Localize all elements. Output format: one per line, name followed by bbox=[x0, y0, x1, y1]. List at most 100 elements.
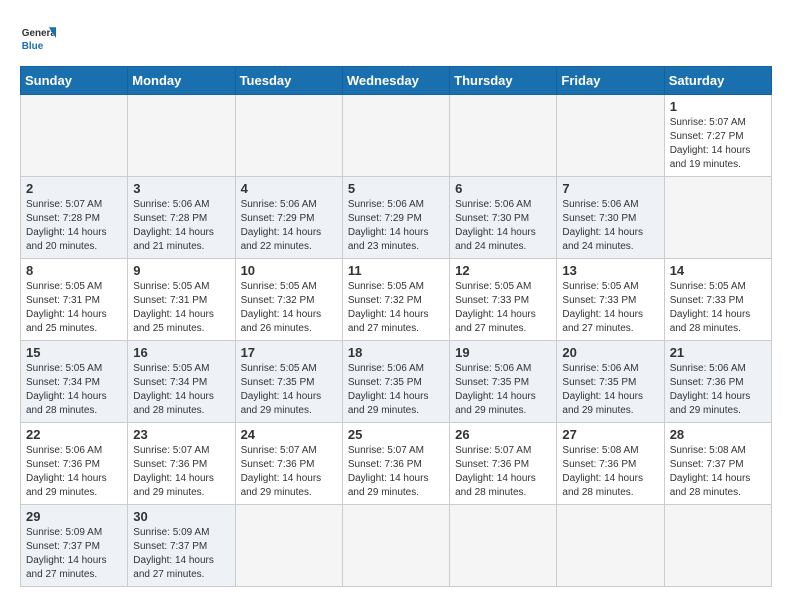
cell-content: Sunrise: 5:06 AMSunset: 7:28 PMDaylight:… bbox=[133, 198, 229, 254]
sunset-text: Sunset: 7:30 PM bbox=[455, 213, 529, 224]
sunrise-text: Sunrise: 5:06 AM bbox=[348, 199, 424, 210]
day-number: 24 bbox=[241, 427, 337, 442]
daylight-text: Daylight: 14 hours and 25 minutes. bbox=[133, 309, 214, 334]
daylight-text: Daylight: 14 hours and 23 minutes. bbox=[348, 227, 429, 252]
cell-content: Sunrise: 5:05 AM Sunset: 7:35 PM Daylight:… bbox=[241, 362, 337, 418]
daylight-text: Daylight: 14 hours and 21 minutes. bbox=[133, 227, 214, 252]
cell-content: Sunrise: 5:07 AMSunset: 7:36 PMDaylight:… bbox=[241, 444, 337, 500]
calendar-day-header: Monday bbox=[128, 67, 235, 95]
calendar-cell: 30 Sunrise: 5:09 AMSunset: 7:37 PMDayligh… bbox=[128, 505, 235, 587]
cell-content: Sunrise: 5:05 AMSunset: 7:33 PMDaylight:… bbox=[670, 280, 766, 336]
daylight-text: Daylight: 14 hours and 29 minutes. bbox=[241, 473, 322, 498]
sunrise-text: Sunrise: 5:05 AM bbox=[133, 281, 209, 292]
cell-content: Sunrise: 5:07 AMSunset: 7:27 PMDaylight:… bbox=[670, 116, 766, 172]
daylight-text: Daylight: 14 hours and 29 minutes. bbox=[133, 473, 214, 498]
sunset-text: Sunset: 7:37 PM bbox=[670, 459, 744, 470]
calendar-cell: 6Sunrise: 5:06 AMSunset: 7:30 PMDaylight… bbox=[450, 177, 557, 259]
sunrise-text: Sunrise: 5:05 AM bbox=[133, 363, 209, 374]
cell-content: Sunrise: 5:09 AMSunset: 7:37 PMDaylight:… bbox=[133, 526, 229, 582]
sunrise-text: Sunrise: 5:05 AM bbox=[348, 281, 424, 292]
sunrise-text: Sunrise: 5:05 AM bbox=[26, 281, 102, 292]
day-number: 27 bbox=[562, 427, 658, 442]
daylight-text: Daylight: 14 hours and 28 minutes. bbox=[670, 309, 751, 334]
sunrise-text: Sunrise: 5:07 AM bbox=[348, 445, 424, 456]
sunrise-text: Sunrise: 5:06 AM bbox=[455, 199, 531, 210]
calendar-cell: 1Sunrise: 5:07 AMSunset: 7:27 PMDaylight… bbox=[664, 95, 771, 177]
sunrise-text: Sunrise: 5:06 AM bbox=[348, 363, 424, 374]
calendar-week-row: 8Sunrise: 5:05 AMSunset: 7:31 PMDaylight… bbox=[21, 259, 772, 341]
sunrise-text: Sunrise: 5:06 AM bbox=[562, 363, 638, 374]
cell-content: Sunrise: 5:07 AMSunset: 7:28 PMDaylight:… bbox=[26, 198, 122, 254]
sunrise-text: Sunrise: 5:08 AM bbox=[562, 445, 638, 456]
daylight-text: Daylight: 14 hours and 29 minutes. bbox=[348, 473, 429, 498]
calendar-cell bbox=[342, 95, 449, 177]
calendar-day-header: Sunday bbox=[21, 67, 128, 95]
day-number: 15 bbox=[26, 345, 122, 360]
sunrise-text: Sunrise: 5:05 AM bbox=[26, 363, 102, 374]
calendar-cell: 4Sunrise: 5:06 AMSunset: 7:29 PMDaylight… bbox=[235, 177, 342, 259]
day-number: 28 bbox=[670, 427, 766, 442]
daylight-text: Daylight: 14 hours and 29 minutes. bbox=[26, 473, 107, 498]
sunrise-text: Sunrise: 5:06 AM bbox=[241, 199, 317, 210]
calendar-cell: 17Sunrise: 5:05 AMSunset: 7:35 PMDayligh… bbox=[235, 341, 342, 423]
sunrise-text: Sunrise: 5:05 AM bbox=[241, 363, 317, 374]
calendar-cell: 27Sunrise: 5:08 AMSunset: 7:36 PMDayligh… bbox=[557, 423, 664, 505]
cell-content: Sunrise: 5:06 AMSunset: 7:36 PMDaylight:… bbox=[26, 444, 122, 500]
daylight-text: Daylight: 14 hours and 27 minutes. bbox=[133, 555, 214, 580]
calendar-cell bbox=[235, 95, 342, 177]
sunset-text: Sunset: 7:35 PM bbox=[562, 377, 636, 388]
calendar-day-header: Wednesday bbox=[342, 67, 449, 95]
daylight-text: Daylight: 14 hours and 26 minutes. bbox=[241, 309, 322, 334]
cell-content: Sunrise: 5:09 AMSunset: 7:37 PMDaylight:… bbox=[26, 526, 122, 582]
sunset-text: Sunset: 7:36 PM bbox=[455, 459, 529, 470]
day-number: 18 bbox=[348, 345, 444, 360]
daylight-text: Daylight: 14 hours and 28 minutes. bbox=[455, 473, 536, 498]
daylight-text: Daylight: 14 hours and 27 minutes. bbox=[348, 309, 429, 334]
calendar-cell: 14 Sunrise: 5:05 AMSunset: 7:33 PMDayligh… bbox=[664, 259, 771, 341]
day-number: 30 bbox=[133, 509, 229, 524]
calendar-week-row: 15 Sunrise: 5:05 AMSunset: 7:34 PMDayligh… bbox=[21, 341, 772, 423]
sunset-text: Sunset: 7:29 PM bbox=[241, 213, 315, 224]
cell-content: Sunrise: 5:06 AMSunset: 7:35 PMDaylight:… bbox=[455, 362, 551, 418]
daylight-text: Daylight: 14 hours and 22 minutes. bbox=[241, 227, 322, 252]
sunset-text: Sunset: 7:35 PM bbox=[241, 377, 315, 388]
daylight-text: Daylight: 14 hours and 27 minutes. bbox=[455, 309, 536, 334]
daylight-text: Daylight: 14 hours and 29 minutes. bbox=[455, 391, 536, 416]
sunset-text: Sunset: 7:31 PM bbox=[26, 295, 100, 306]
daylight-text: Daylight: 14 hours and 25 minutes. bbox=[26, 309, 107, 334]
daylight-text: Daylight: 14 hours and 28 minutes. bbox=[562, 473, 643, 498]
calendar-week-row: 29Sunrise: 5:09 AMSunset: 7:37 PMDayligh… bbox=[21, 505, 772, 587]
day-number: 25 bbox=[348, 427, 444, 442]
sunset-text: Sunset: 7:27 PM bbox=[670, 131, 744, 142]
calendar-cell: 10Sunrise: 5:05 AMSunset: 7:32 PMDayligh… bbox=[235, 259, 342, 341]
sunset-text: Sunset: 7:35 PM bbox=[348, 377, 422, 388]
daylight-text: Daylight: 14 hours and 29 minutes. bbox=[241, 391, 322, 416]
calendar-cell: 2Sunrise: 5:07 AMSunset: 7:28 PMDaylight… bbox=[21, 177, 128, 259]
day-number: 10 bbox=[241, 263, 337, 278]
cell-content: Sunrise: 5:06 AM Sunset: 7:29 PM Daylight:… bbox=[241, 198, 337, 254]
day-number: 13 bbox=[562, 263, 658, 278]
calendar-cell bbox=[557, 505, 664, 587]
cell-content: Sunrise: 5:07 AMSunset: 7:36 PMDaylight:… bbox=[348, 444, 444, 500]
cell-content: Sunrise: 5:06 AMSunset: 7:29 PMDaylight:… bbox=[348, 198, 444, 254]
daylight-text: Daylight: 14 hours and 27 minutes. bbox=[562, 309, 643, 334]
calendar-cell: 15 Sunrise: 5:05 AMSunset: 7:34 PMDayligh… bbox=[21, 341, 128, 423]
cell-content: Sunrise: 5:05 AMSunset: 7:31 PMDaylight:… bbox=[133, 280, 229, 336]
sunrise-text: Sunrise: 5:06 AM bbox=[670, 363, 746, 374]
cell-content: Sunrise: 5:07 AMSunset: 7:36 PMDaylight:… bbox=[455, 444, 551, 500]
sunrise-text: Sunrise: 5:07 AM bbox=[670, 117, 746, 128]
cell-content: Sunrise: 5:07 AMSunset: 7:36 PMDaylight:… bbox=[133, 444, 229, 500]
calendar-cell bbox=[664, 505, 771, 587]
calendar-cell: 26Sunrise: 5:07 AMSunset: 7:36 PMDayligh… bbox=[450, 423, 557, 505]
calendar-cell: 22Sunrise: 5:06 AMSunset: 7:36 PMDayligh… bbox=[21, 423, 128, 505]
day-number: 14 bbox=[670, 263, 766, 278]
calendar-cell bbox=[21, 95, 128, 177]
calendar-cell bbox=[235, 505, 342, 587]
calendar-cell: 23Sunrise: 5:07 AMSunset: 7:36 PMDayligh… bbox=[128, 423, 235, 505]
cell-content: Sunrise: 5:05 AMSunset: 7:34 PMDaylight:… bbox=[26, 362, 122, 418]
daylight-text: Daylight: 14 hours and 28 minutes. bbox=[670, 473, 751, 498]
cell-content: Sunrise: 5:05 AMSunset: 7:33 PMDaylight:… bbox=[562, 280, 658, 336]
sunrise-text: Sunrise: 5:05 AM bbox=[241, 281, 317, 292]
calendar-week-row: 2Sunrise: 5:07 AMSunset: 7:28 PMDaylight… bbox=[21, 177, 772, 259]
calendar-cell: 21Sunrise: 5:06 AMSunset: 7:36 PMDayligh… bbox=[664, 341, 771, 423]
